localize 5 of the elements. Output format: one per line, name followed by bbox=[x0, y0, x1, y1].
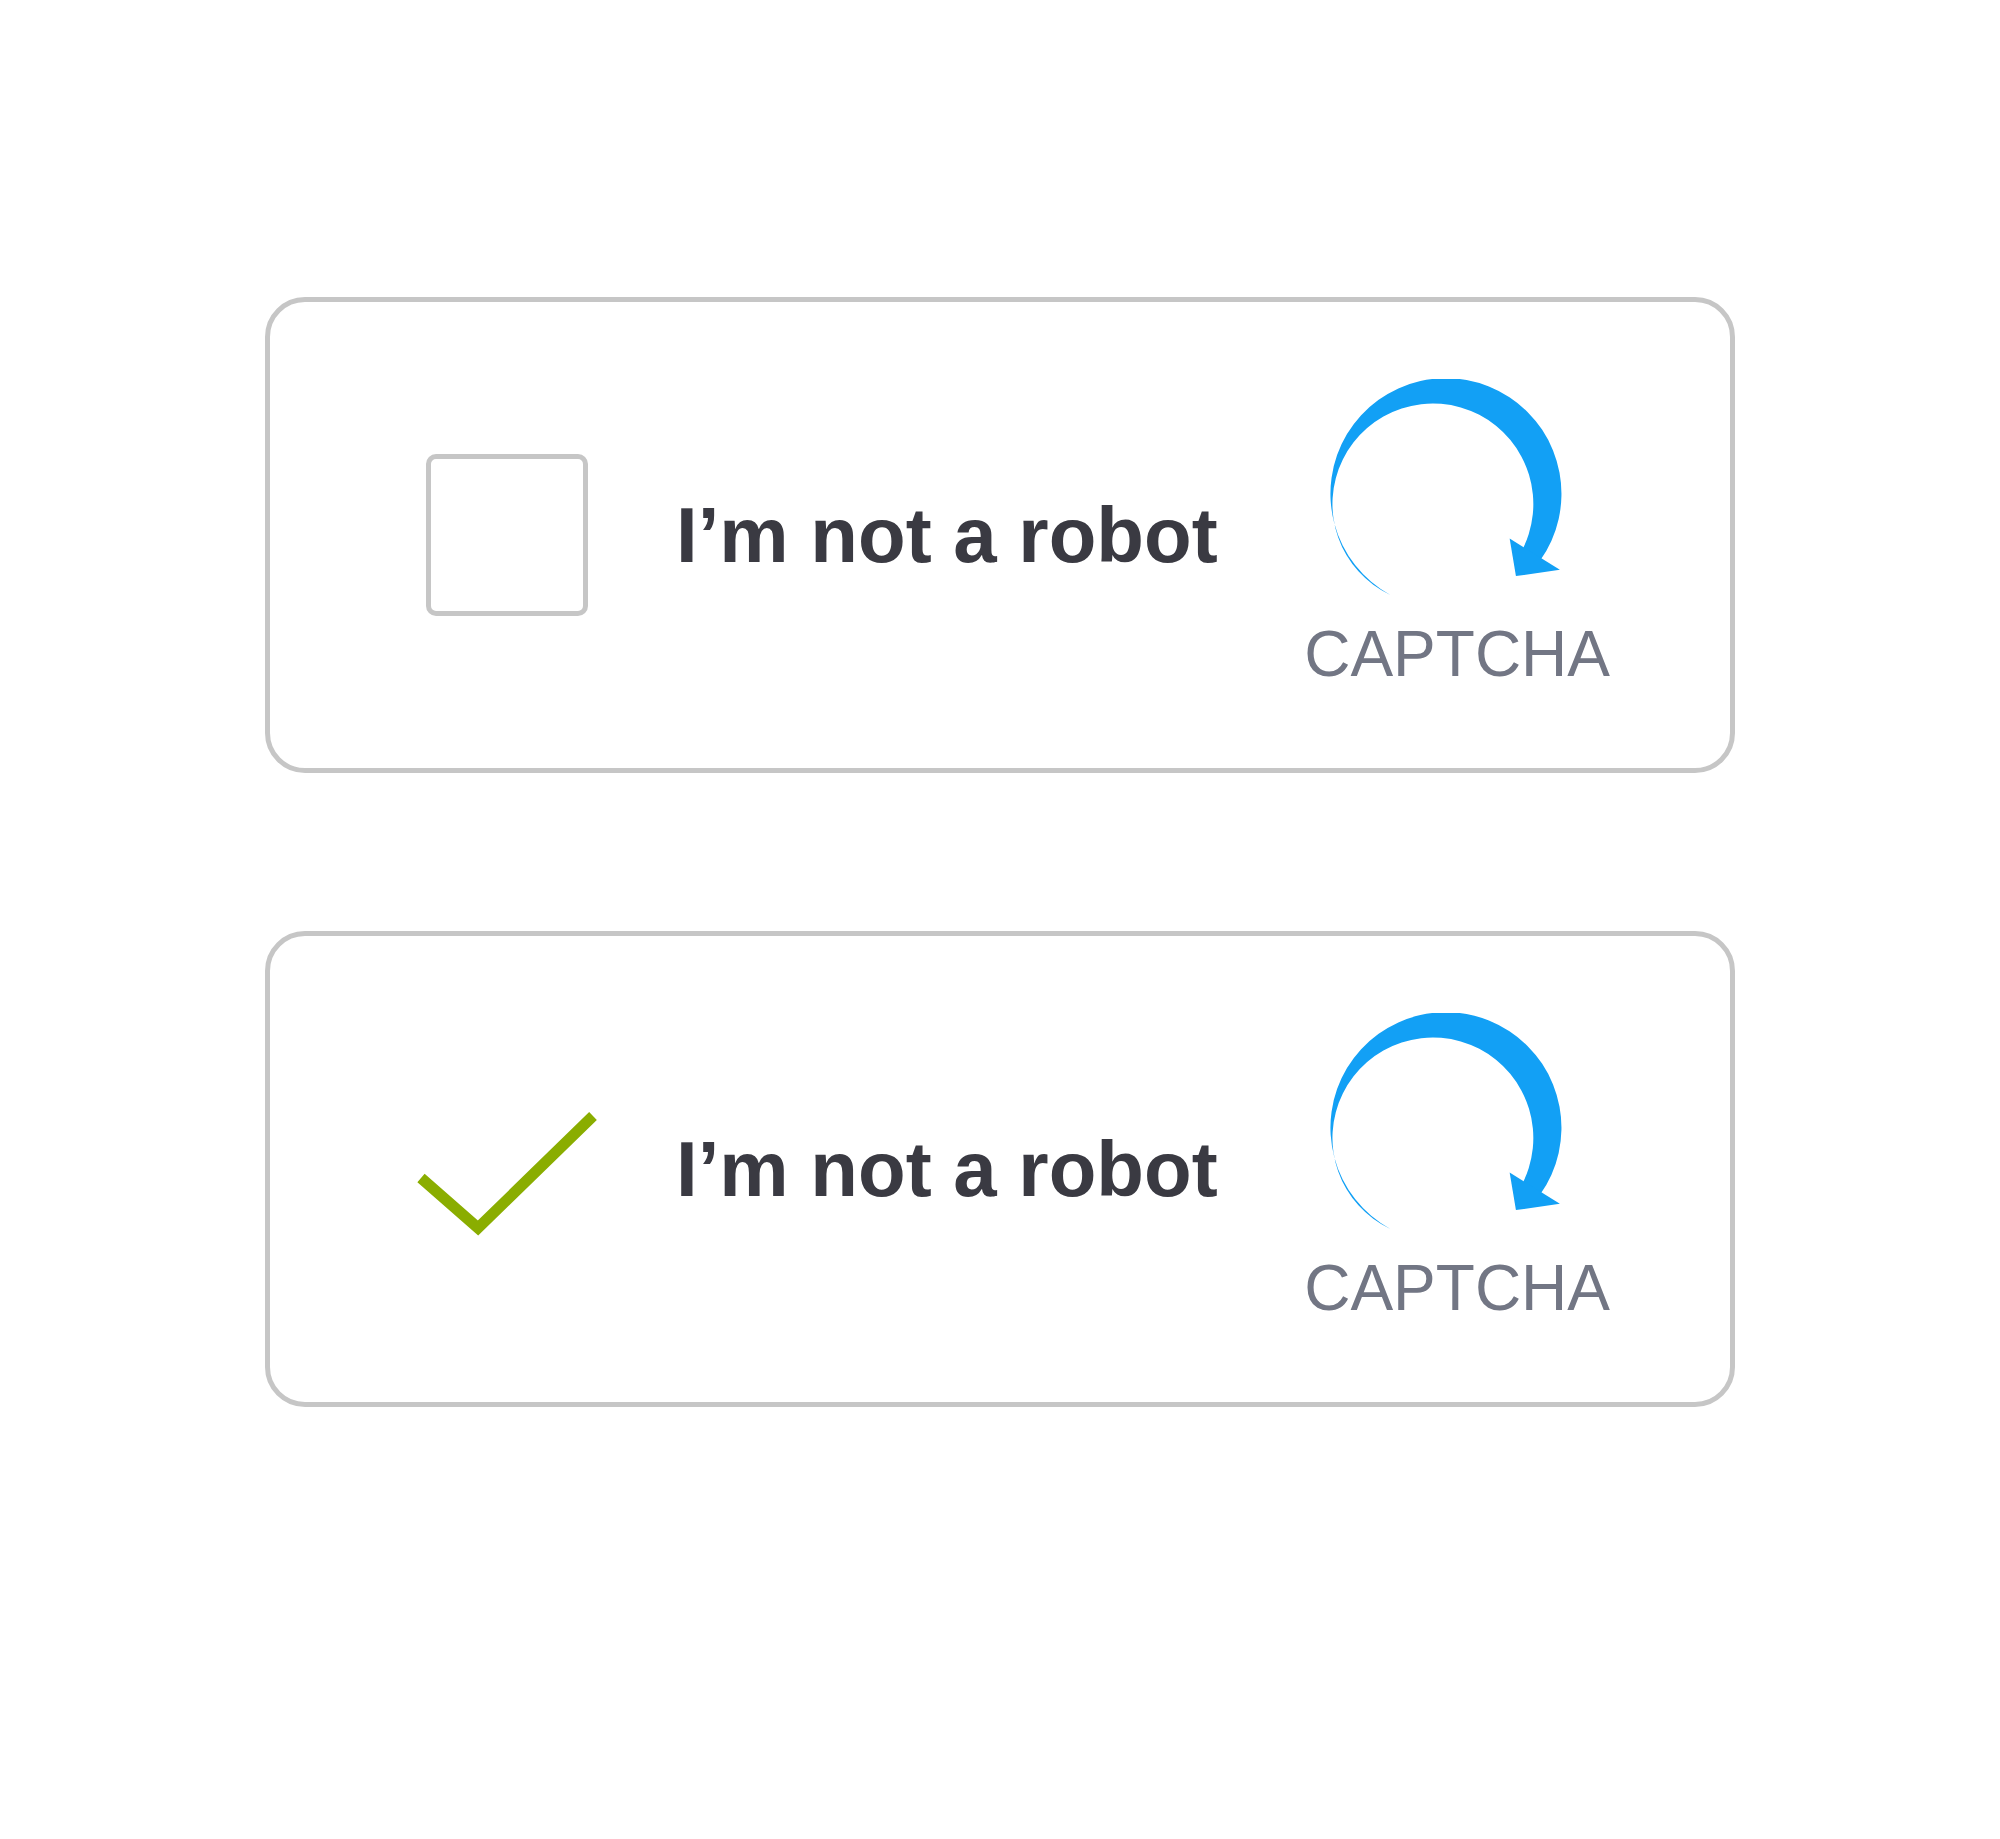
checkbox[interactable] bbox=[426, 454, 588, 616]
checkbox-label: I’m not a robot bbox=[676, 489, 1218, 581]
captcha-label: CAPTCHA bbox=[1304, 1251, 1610, 1325]
checkbox-label: I’m not a robot bbox=[676, 1123, 1218, 1215]
captcha-label: CAPTCHA bbox=[1304, 617, 1610, 691]
